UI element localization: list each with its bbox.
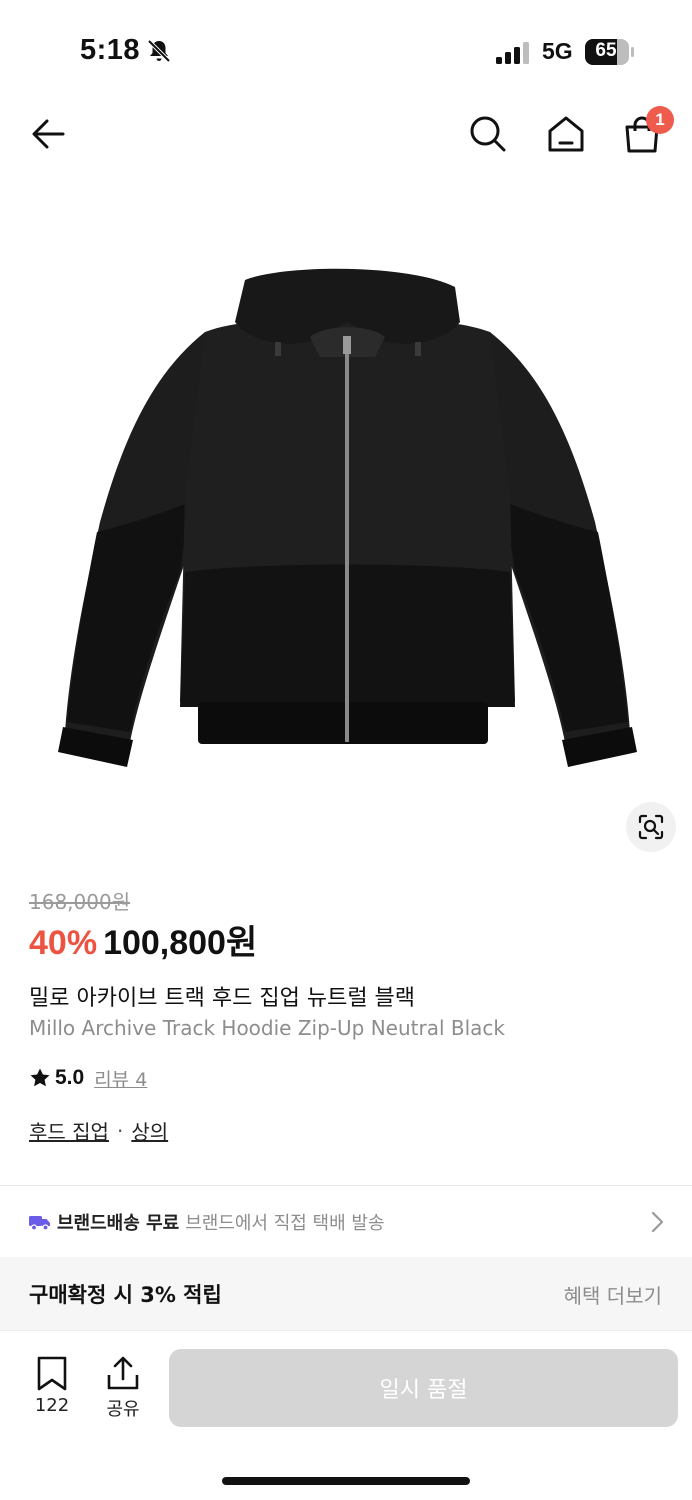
back-arrow-icon[interactable]	[27, 112, 71, 156]
review-link[interactable]: 리뷰 4	[94, 1065, 147, 1092]
truck-icon	[29, 1216, 50, 1231]
category-link-hood-zipup[interactable]: 후드 집업	[29, 1116, 109, 1145]
shipping-title: 브랜드배송 무료	[57, 1213, 180, 1234]
rating-row: 5.0 리뷰 4	[29, 1064, 147, 1092]
buy-button-sold-out[interactable]: 일시 품절	[169, 1349, 678, 1427]
status-bar: 5:18 5G 65	[0, 0, 692, 100]
product-title-en: Millo Archive Track Hoodie Zip-Up Neutra…	[29, 1016, 505, 1040]
category-link-tops[interactable]: 상의	[131, 1116, 168, 1145]
lens-search-button[interactable]	[626, 802, 676, 852]
benefit-more-link[interactable]: 혜택 더보기	[564, 1280, 662, 1309]
price-row: 40% 100,800원	[29, 915, 257, 962]
battery-level: 65	[595, 40, 617, 61]
sale-price: 100,800원	[103, 924, 258, 962]
benefit-banner: 구매확정 시 3% 적립 혜택 더보기	[0, 1257, 692, 1330]
lens-search-icon	[638, 814, 664, 840]
section-divider	[0, 1185, 692, 1186]
top-nav-bar	[0, 100, 692, 170]
shipping-description: 브랜드에서 직접 택배 발송	[185, 1213, 385, 1234]
shipping-info-row[interactable]: 브랜드배송 무료 브랜드에서 직접 택배 발송	[29, 1206, 669, 1238]
home-icon[interactable]	[544, 112, 588, 156]
search-icon[interactable]	[466, 112, 510, 156]
chevron-right-icon	[651, 1211, 664, 1233]
bookmark-count: 122	[34, 1395, 70, 1416]
home-indicator	[222, 1477, 470, 1485]
original-price: 168,000원	[29, 890, 131, 914]
bookmark-button[interactable]: 122	[22, 1355, 82, 1416]
star-icon	[30, 1068, 50, 1087]
bookmark-icon	[37, 1356, 67, 1391]
bottom-action-bar: 122 공유 일시 품절	[0, 1330, 692, 1500]
share-button[interactable]: 공유	[93, 1355, 153, 1421]
share-label: 공유	[106, 1399, 140, 1420]
discount-rate: 40%	[29, 924, 98, 962]
product-title-ko: 밀로 아카이브 트랙 후드 집업 뉴트럴 블랙	[29, 986, 416, 1011]
cart-count-badge: 1	[646, 106, 674, 134]
signal-icon	[496, 42, 529, 64]
bell-slash-icon	[147, 39, 171, 63]
share-icon	[107, 1356, 139, 1390]
category-separator: ·	[116, 1118, 124, 1143]
category-breadcrumb: 후드 집업 · 상의	[29, 1116, 168, 1145]
rating-value: 5.0	[55, 1066, 85, 1089]
network-type: 5G	[542, 38, 573, 64]
status-time: 5:18	[80, 34, 141, 66]
benefit-text: 구매확정 시 3% 적립	[29, 1283, 222, 1307]
product-image[interactable]	[55, 262, 640, 772]
